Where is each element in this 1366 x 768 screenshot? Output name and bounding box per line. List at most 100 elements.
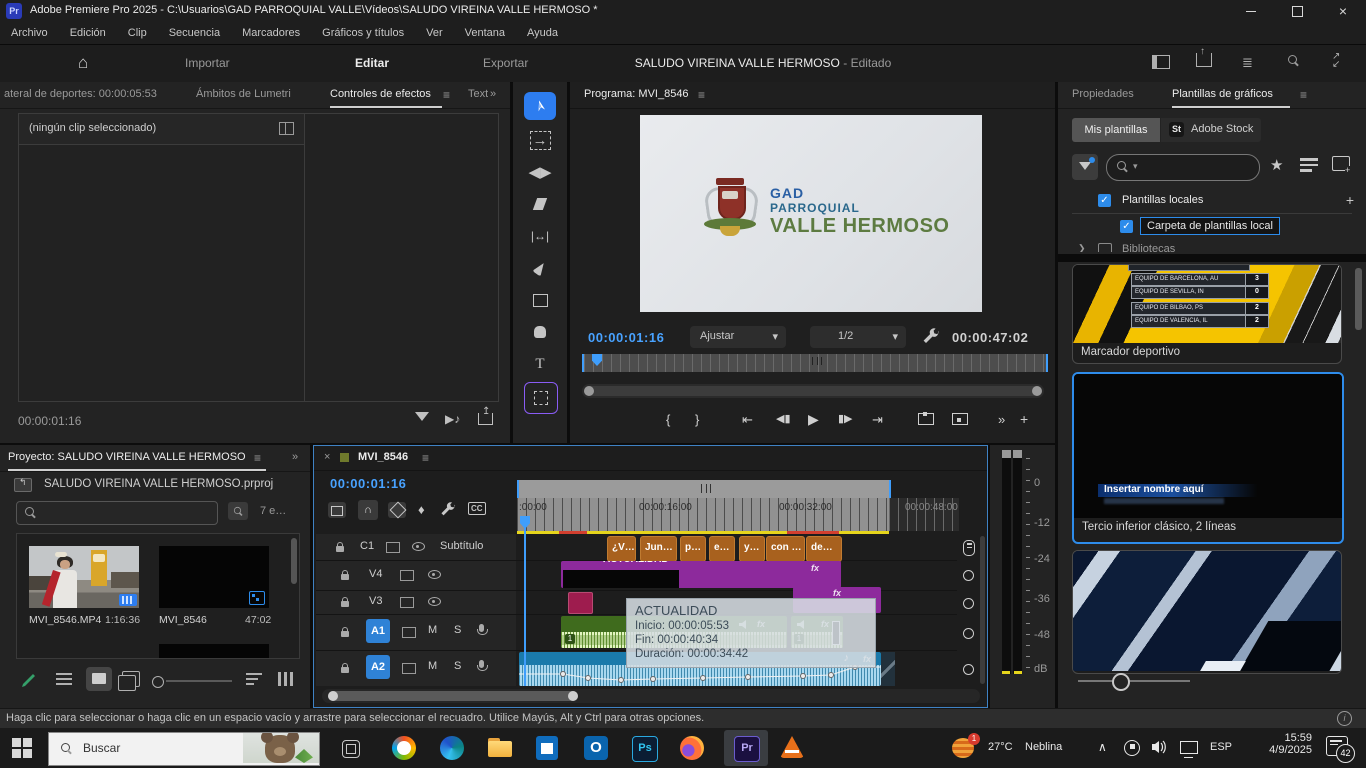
source-assign-icon[interactable] <box>400 570 414 581</box>
track-v4-label[interactable]: V4 <box>369 568 382 580</box>
copilot-icon[interactable] <box>392 736 416 760</box>
track-v3-label[interactable]: V3 <box>369 595 382 607</box>
linked-selection-icon[interactable] <box>388 502 406 518</box>
project-overflow-icon[interactable]: » <box>292 451 298 463</box>
source-assign-icon[interactable] <box>400 597 414 608</box>
timeline-ruler-dark[interactable]: 00:00:48:00 <box>889 498 959 531</box>
solo-button[interactable]: S <box>454 660 461 672</box>
zoom-level-dropdown[interactable]: Ajustar ▾ <box>690 326 786 348</box>
zoom-slider-knob[interactable] <box>152 676 164 688</box>
playback-resolution-dropdown[interactable]: 1/2 ▾ <box>810 326 906 348</box>
clip-name[interactable]: MVI_8546.MP4 <box>29 614 101 626</box>
mark-in-icon[interactable]: { <box>666 412 670 427</box>
thumbnail-size-slider-knob[interactable] <box>1112 673 1130 691</box>
track-knob-v3[interactable] <box>963 598 974 609</box>
program-zoom-scrollbar[interactable] <box>582 384 1044 398</box>
caption-clip-1[interactable]: Jun… <box>640 536 677 562</box>
checkbox-checked[interactable]: ✓ <box>1098 194 1111 207</box>
program-ruler[interactable] <box>582 354 1048 372</box>
bins-icon[interactable] <box>278 672 296 686</box>
caption-clip-2[interactable]: p… <box>680 536 706 562</box>
outlook-icon[interactable]: O <box>584 736 608 760</box>
caption-clip-5[interactable]: con … <box>766 536 805 562</box>
menu-marcadores[interactable]: Marcadores <box>231 27 311 39</box>
source-assign-icon[interactable] <box>402 663 416 674</box>
track-c1-label[interactable]: C1 <box>360 540 374 552</box>
volume-icon[interactable] <box>1152 740 1168 757</box>
tab-propiedades[interactable]: Propiedades <box>1072 88 1134 100</box>
menu-ventana[interactable]: Ventana <box>454 27 516 39</box>
track-a2-badge[interactable]: A2 <box>366 655 390 679</box>
sequence-name[interactable]: MVI_8546 <box>159 614 207 626</box>
timeline-settings-wrench-icon[interactable] <box>440 502 456 518</box>
folder-rename-input[interactable]: Carpeta de plantillas local <box>1140 217 1280 235</box>
photoshop-icon[interactable]: Ps <box>632 736 658 762</box>
tab-importar[interactable]: Importar <box>185 56 230 70</box>
scroll-handle-right[interactable] <box>568 691 578 701</box>
work-area-bar[interactable] <box>517 480 891 498</box>
project-scrollbar[interactable] <box>291 538 297 584</box>
weather-desc[interactable]: Neblina <box>1025 741 1062 753</box>
menu-secuencia[interactable]: Secuencia <box>158 27 231 39</box>
timeline-tab-label[interactable]: MVI_8546 <box>358 451 408 463</box>
firefox-icon[interactable] <box>680 736 704 760</box>
pen-tool[interactable] <box>524 254 556 282</box>
timeline-menu-icon[interactable]: ≡ <box>422 451 429 465</box>
menu-archivo[interactable]: Archivo <box>0 27 59 39</box>
weather-temp[interactable]: 27°C <box>988 741 1013 753</box>
home-icon[interactable]: ⌂ <box>78 53 88 73</box>
favorites-star-icon[interactable]: ★ <box>1270 156 1283 174</box>
export-frame-icon[interactable]: ↥ <box>478 413 493 425</box>
caption-track-style-icon[interactable] <box>963 540 975 556</box>
scroll-handle-left[interactable] <box>328 691 338 701</box>
tray-app-icon[interactable] <box>1124 740 1140 756</box>
premiere-taskbar-slot[interactable]: Pr <box>724 730 768 766</box>
type-tool[interactable]: T <box>524 350 556 378</box>
maximize-button[interactable] <box>1274 0 1320 22</box>
project-tab[interactable]: Proyecto: SALUDO VIREINA VALLE HERMOSO <box>8 451 246 463</box>
project-menu-icon[interactable]: ≡ <box>254 451 261 465</box>
menu-ayuda[interactable]: Ayuda <box>516 27 569 39</box>
ms-store-icon[interactable] <box>536 736 558 760</box>
notification-center-icon[interactable]: 42 <box>1326 736 1348 756</box>
caption-clip-6[interactable]: de… <box>806 536 842 562</box>
snap-magnet-icon[interactable]: ∩ <box>358 500 378 520</box>
menu-clip[interactable]: Clip <box>117 27 158 39</box>
vlc-icon[interactable] <box>780 736 804 758</box>
ai-search-icon[interactable] <box>1288 55 1297 67</box>
audio-fade-handle[interactable] <box>881 652 895 686</box>
track-c1-name[interactable]: Subtítulo <box>440 540 483 552</box>
lock-icon[interactable] <box>341 569 349 583</box>
tree-row-bibliotecas[interactable]: ❯ Bibliotecas <box>1058 242 1366 252</box>
track-select-forward-tool[interactable]: → <box>524 126 556 154</box>
close-button[interactable]: × <box>1320 0 1366 22</box>
workspaces-icon[interactable]: ≣ <box>1242 55 1254 71</box>
lock-icon[interactable] <box>341 596 349 610</box>
program-menu-icon[interactable]: ≡ <box>698 88 705 102</box>
add-folder-icon[interactable]: + <box>1346 192 1354 208</box>
tab-texto-truncated[interactable]: Text <box>468 88 488 100</box>
go-to-out-icon[interactable]: ⇥ <box>872 412 883 428</box>
ripple-edit-tool[interactable]: ◀▶ <box>524 158 556 186</box>
template-card-marcador[interactable]: EQUIPO DE BARCELONA, AU 3 EQUIPO DE SEVI… <box>1072 264 1342 364</box>
track-a1-badge[interactable]: A1 <box>366 619 390 643</box>
caption-clip-0[interactable]: ¿V… <box>607 536 636 562</box>
sequence-thumbnail[interactable] <box>159 546 269 608</box>
object-selection-tool[interactable] <box>524 382 558 414</box>
tab-plantillas-graficos[interactable]: Plantillas de gráficos <box>1172 88 1273 100</box>
tree-row-local[interactable]: ✓ Plantillas locales + <box>1058 190 1366 214</box>
taskbar-search[interactable]: Buscar <box>48 732 320 766</box>
info-icon[interactable]: i <box>1337 711 1352 726</box>
minimize-button[interactable] <box>1228 0 1274 22</box>
tray-chevron-icon[interactable]: ∧ <box>1098 740 1107 754</box>
start-button[interactable] <box>12 738 32 758</box>
search-bin-icon[interactable] <box>228 502 248 520</box>
voiceover-mic-icon[interactable] <box>479 623 484 635</box>
fullscreen-icon[interactable]: ↗↙ <box>1332 53 1340 69</box>
menu-graficos-titulos[interactable]: Gráficos y títulos <box>311 27 415 39</box>
freeform-view-icon[interactable] <box>122 671 140 687</box>
tree-label-local[interactable]: Plantillas locales <box>1122 194 1203 206</box>
settings-wrench-icon[interactable] <box>922 328 940 346</box>
razor-tool[interactable] <box>524 190 556 218</box>
language-indicator[interactable]: ESP <box>1210 741 1232 753</box>
